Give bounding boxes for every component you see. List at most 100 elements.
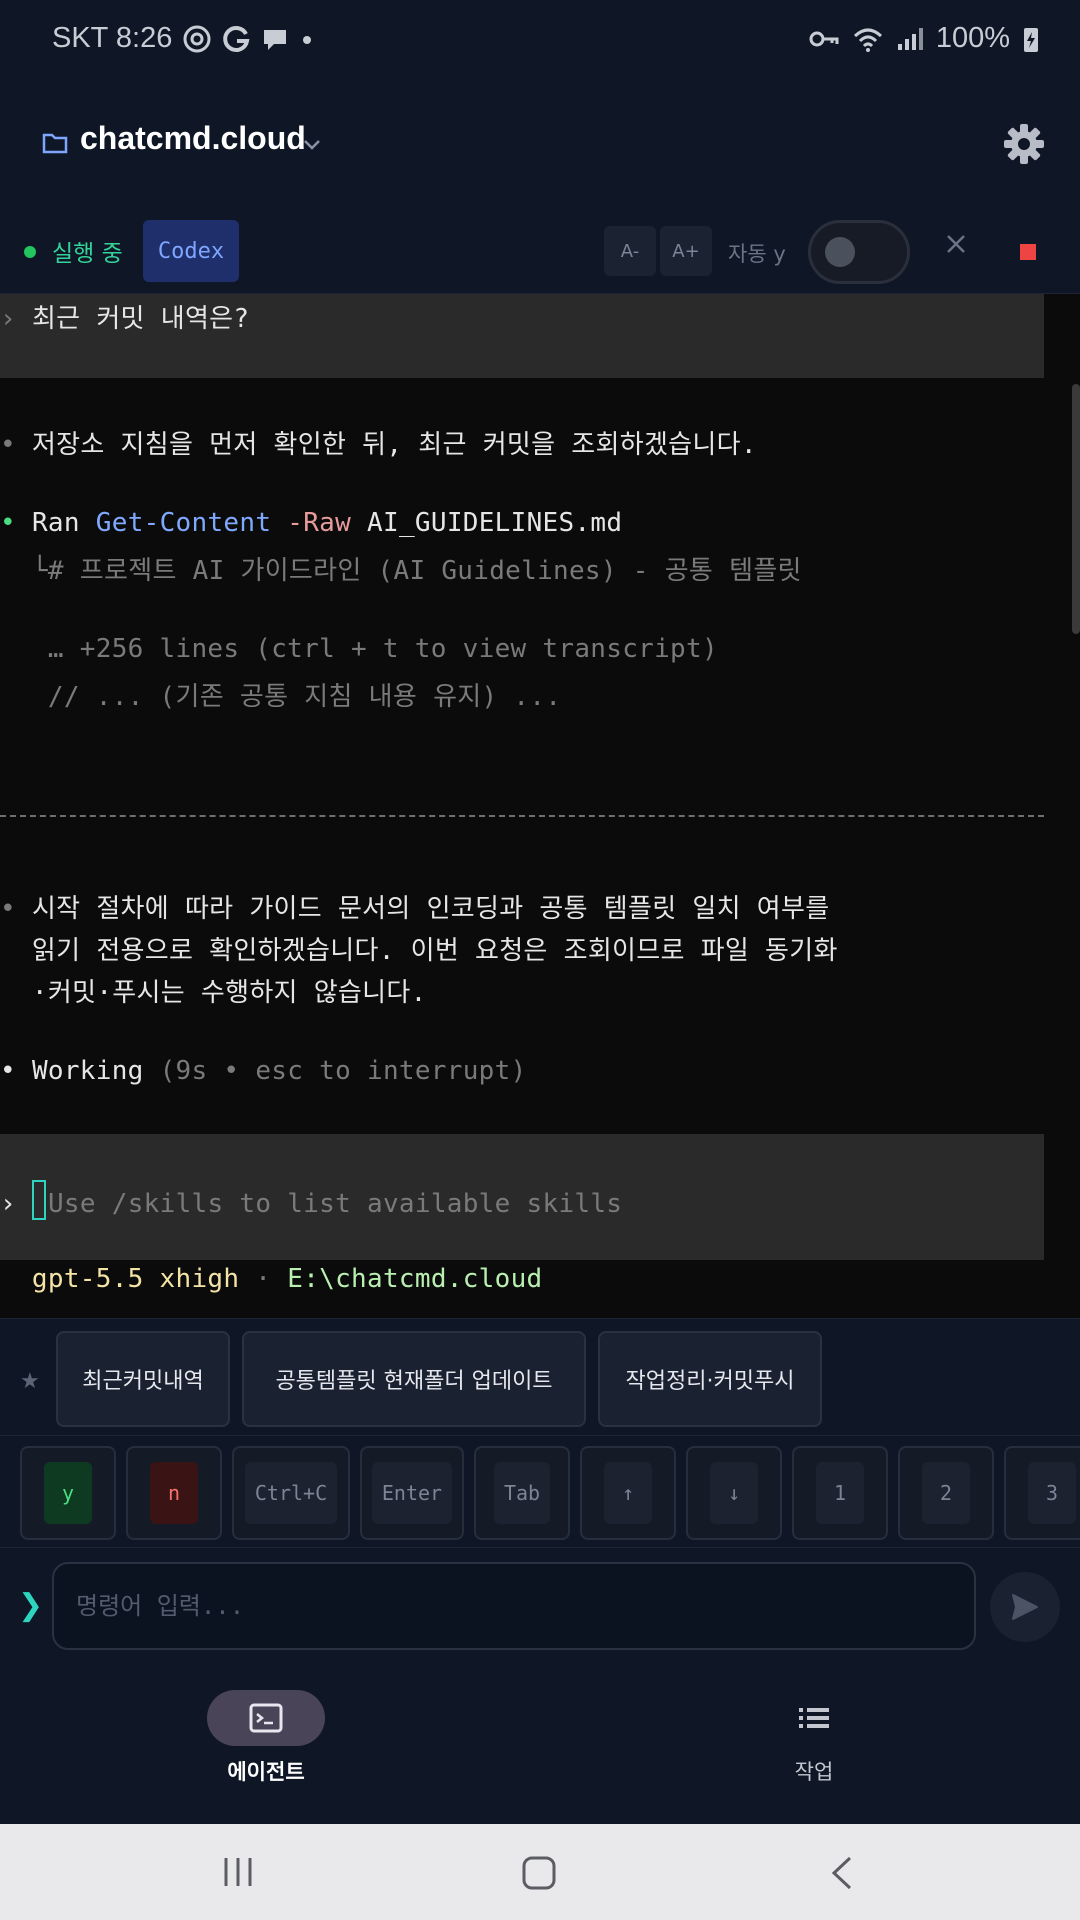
toggle-knob [825,237,855,267]
key-enter[interactable]: Enter [360,1446,464,1540]
codex-input-line[interactable]: › Use /skills to list available skills [0,1180,622,1220]
dot-icon [303,35,312,44]
command-input[interactable] [52,1562,976,1650]
status-left: SKT 8:26 [52,22,314,55]
bullet: • [0,1056,16,1086]
nav-agent[interactable]: 에이전트 [166,1690,366,1786]
message-text: 시작 절차에 따라 가이드 문서의 인코딩과 공통 템플릿 일치 여부를 [31,894,830,924]
send-button[interactable] [990,1572,1060,1642]
key-2-label: 2 [922,1462,970,1524]
model-status-line: gpt-5.5 xhigh · E:\chatcmd.cloud [0,1264,543,1294]
tree-marker: └ [31,556,48,586]
user-query-line: › 최근 커밋 내역은? [0,298,249,335]
ran-command: Get-Content [95,508,272,538]
send-icon [1012,1594,1038,1620]
home-icon[interactable] [522,1856,556,1890]
working-hint: (9s • esc to interrupt) [159,1056,527,1086]
ran-flag: -Raw [287,508,352,538]
ran-command-line: • Ran Get-Content -Raw AI_GUIDELINES.md [0,508,622,538]
chip-update-template[interactable]: 공통템플릿 현재폴더 업데이트 [242,1331,586,1427]
folder-icon [42,133,68,154]
font-larger-button[interactable]: A+ [660,226,712,276]
key-ctrl-c[interactable]: Ctrl+C [232,1446,350,1540]
at-icon [183,25,211,52]
user-query: 최근 커밋 내역은? [31,304,250,334]
key-n[interactable]: n [126,1446,222,1540]
list-icon [799,1708,829,1728]
chevron-down-icon[interactable] [300,132,324,156]
key-y[interactable]: y [20,1446,116,1540]
carrier-time: SKT 8:26 [52,22,173,54]
star-icon[interactable]: ★ [20,1369,40,1394]
wifi-icon [853,28,882,52]
working-label: Working [31,1056,144,1086]
key-3[interactable]: 3 [1004,1446,1080,1540]
bullet: • [0,430,16,460]
google-icon [223,25,250,52]
message-text: 저장소 지침을 먼저 확인한 뒤, 최근 커밋을 조회하겠습니다. [31,430,757,460]
font-smaller-button[interactable]: A- [604,226,656,276]
recent-apps-icon[interactable] [222,1856,254,1888]
nav-agent-label: 에이전트 [227,1760,305,1784]
assistant-message-2-line-2: 읽기 전용으로 확인하겠습니다. 이번 요청은 조회이므로 파일 동기화 [0,930,838,967]
ran-arg: AI_GUIDELINES.md [367,508,623,538]
scrollbar[interactable] [1072,384,1080,634]
separator: · [255,1264,272,1294]
chat-icon [264,29,287,50]
key-down[interactable]: ↓ [686,1446,782,1540]
message-text: ·커밋·푸시는 수행하지 않습니다. [31,978,427,1008]
stop-icon[interactable] [1020,244,1036,260]
divider [0,815,1044,817]
key-y-label: y [44,1462,92,1524]
key-2[interactable]: 2 [898,1446,994,1540]
nav-tasks-label: 작업 [794,1760,834,1784]
auto-yes-label: 자동 y [728,242,786,266]
assistant-message-2-line-3: ·커밋·푸시는 수행하지 않습니다. [0,972,427,1009]
model-name: gpt-5.5 xhigh [31,1264,240,1294]
output-text-2: … +256 lines (ctrl + t to view transcrip… [47,634,718,664]
key-tab[interactable]: Tab [474,1446,570,1540]
ran-label: Ran [31,508,80,538]
battery-percent: 100% [935,22,1010,54]
output-text-1: # 프로젝트 AI 가이드라인 (AI Guidelines) - 공통 템플릿 [47,556,802,586]
chip-commit-push[interactable]: 작업정리·커밋푸시 [598,1331,822,1427]
terminal-icon [249,1703,283,1733]
back-icon[interactable] [830,1856,854,1890]
bullet: • [0,894,16,924]
gear-icon[interactable] [1002,122,1046,166]
key-1-label: 1 [816,1462,864,1524]
key-down-label: ↓ [710,1462,758,1524]
prompt-marker: › [0,1189,16,1219]
bottom-navigation: 에이전트 작업 [0,1668,1080,1824]
agent-badge[interactable]: Codex [143,220,239,282]
system-navigation-bar [0,1824,1080,1920]
signal-icon [897,27,923,50]
key-up[interactable]: ↑ [580,1446,676,1540]
close-icon[interactable] [944,232,968,256]
working-path: E:\chatcmd.cloud [287,1264,543,1294]
auto-yes-toggle[interactable] [808,220,910,284]
command-input-row: ❯ [0,1548,1080,1668]
output-text-3: // ... (기존 공통 지침 내용 유지) ... [47,682,562,712]
running-indicator [24,246,36,258]
chevron-right-icon: ❯ [18,1588,44,1623]
working-status: • Working (9s • esc to interrupt) [0,1056,527,1086]
key-up-label: ↑ [604,1462,652,1524]
nav-tasks[interactable]: 작업 [714,1690,914,1786]
terminal-output[interactable]: › 최근 커밋 내역은? • 저장소 지침을 먼저 확인한 뒤, 최근 커밋을 … [0,294,1080,1318]
message-text: 읽기 전용으로 확인하겠습니다. 이번 요청은 조회이므로 파일 동기화 [31,936,838,966]
key-ctrl-c-label: Ctrl+C [244,1462,338,1524]
chip-recent-commits[interactable]: 최근커밋내역 [56,1331,230,1427]
prompt-marker: › [0,304,16,334]
app-header: chatcmd.cloud [0,80,1080,210]
codex-input-placeholder: Use /skills to list available skills [47,1189,623,1219]
project-selector[interactable]: chatcmd.cloud [80,120,306,157]
bullet-green: • [0,508,16,538]
nav-tasks-pill [755,1690,873,1746]
key-n-label: n [150,1462,198,1524]
assistant-message-2-line-1: • 시작 절차에 따라 가이드 문서의 인코딩과 공통 템플릿 일치 여부를 [0,888,829,925]
key-tab-label: Tab [493,1462,551,1524]
key-1[interactable]: 1 [792,1446,888,1540]
output-line-2: … +256 lines (ctrl + t to view transcrip… [0,634,718,664]
key-3-label: 3 [1028,1462,1076,1524]
